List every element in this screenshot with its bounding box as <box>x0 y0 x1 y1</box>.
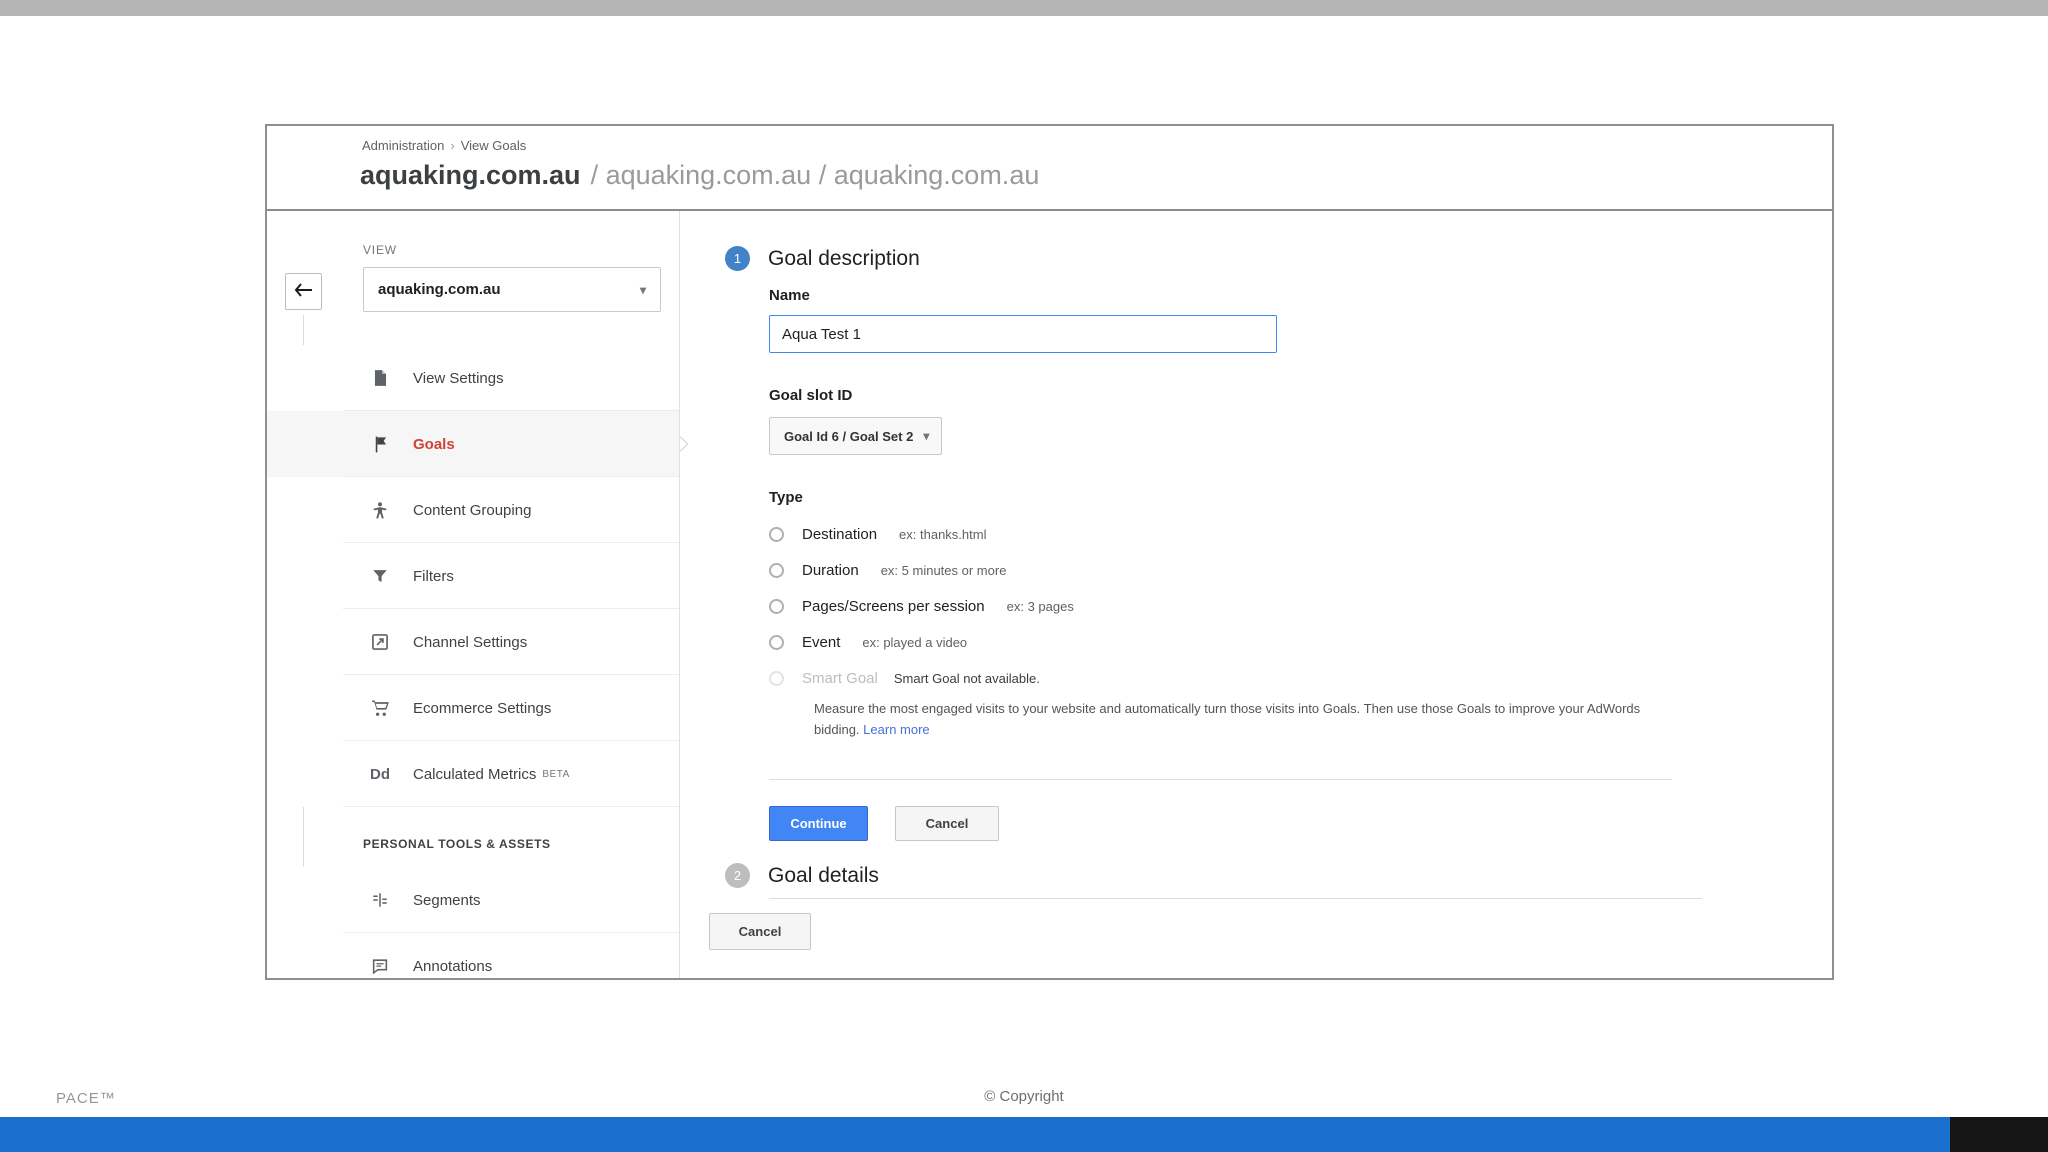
sidebar-item-label: Content Grouping <box>413 501 532 519</box>
continue-button[interactable]: Continue <box>769 806 868 841</box>
admin-panel: Administration › View Goals aquaking.com.a… <box>265 124 1834 980</box>
sidebar-item-calculated-metrics[interactable]: Dd Calculated Metrics BETA <box>267 741 679 807</box>
divider <box>769 898 1702 899</box>
goal-name-input[interactable] <box>769 315 1277 353</box>
option-label: Smart Goal <box>802 669 878 687</box>
smart-goal-status: Smart Goal not available. <box>893 670 1040 686</box>
sidebar-item-label: Ecommerce Settings <box>413 699 552 717</box>
flag-icon <box>367 434 393 455</box>
back-arrow-icon <box>294 283 314 300</box>
learn-more-link[interactable]: Learn more <box>863 722 929 737</box>
type-label: Type <box>769 489 803 506</box>
annotation-icon <box>367 957 393 976</box>
divider <box>769 779 1672 780</box>
bottom-bar-dark-segment <box>1950 1117 2048 1152</box>
radio-event[interactable] <box>769 634 784 650</box>
funnel-icon <box>367 567 393 586</box>
sidebar-item-filters[interactable]: Filters <box>267 543 679 609</box>
radio-duration[interactable] <box>769 562 784 578</box>
sidebar-item-label: Segments <box>413 891 481 909</box>
option-hint: ex: thanks.html <box>899 526 987 542</box>
main-content: 1 Goal description Name Goal slot ID Goa… <box>681 211 1832 978</box>
smart-goal-description: Measure the most engaged visits to your … <box>814 698 1646 740</box>
chevron-down-icon: ▾ <box>639 282 646 297</box>
step2-header: 2 Goal details <box>725 863 879 888</box>
view-selector-value: aquaking.com.au <box>378 281 501 298</box>
person-icon <box>367 500 393 521</box>
option-event: Event ex: played a video <box>769 624 1074 660</box>
sidebar-menu: View Settings Goals Content Grouping Fil… <box>267 345 689 978</box>
option-label: Pages/Screens per session <box>802 597 985 615</box>
breadcrumb: Administration › View Goals <box>362 138 526 153</box>
radio-smart-goal-disabled <box>769 670 784 686</box>
sidebar-item-view-settings[interactable]: View Settings <box>267 345 679 411</box>
option-smart-goal: Smart Goal Smart Goal not available. <box>769 660 1074 696</box>
breadcrumb-view-goals: View Goals <box>460 138 527 153</box>
option-hint: ex: 5 minutes or more <box>880 562 1007 578</box>
page-title: aquaking.com.au / aquaking.com.au / aquak… <box>360 160 1039 191</box>
goal-slot-value: Goal Id 6 / Goal Set 2 <box>784 428 914 444</box>
smart-goal-description-text: Measure the most engaged visits to your … <box>814 701 1641 737</box>
option-duration: Duration ex: 5 minutes or more <box>769 552 1074 588</box>
top-window-bar <box>0 0 2048 16</box>
chevron-down-icon: ▾ <box>923 429 930 443</box>
sidebar-item-label: Channel Settings <box>413 633 528 651</box>
breadcrumb-separator-icon: › <box>450 138 455 153</box>
radio-pages-per-session[interactable] <box>769 598 784 614</box>
cart-icon <box>367 698 393 718</box>
cancel-button[interactable]: Cancel <box>895 806 999 841</box>
breadcrumb-administration[interactable]: Administration <box>362 138 444 153</box>
sidebar-item-goals[interactable]: Goals <box>267 411 689 477</box>
option-destination: Destination ex: thanks.html <box>769 516 1074 552</box>
goal-slot-id-label: Goal slot ID <box>769 387 853 404</box>
bottom-blue-bar <box>0 1117 2048 1152</box>
radio-destination[interactable] <box>769 526 784 542</box>
outer-cancel-button[interactable]: Cancel <box>709 913 811 950</box>
sidebar-item-label: Filters <box>413 567 454 585</box>
step2-number-badge: 2 <box>725 863 750 888</box>
copyright-text: © Copyright <box>984 1088 1064 1105</box>
step2-title: Goal details <box>768 863 879 887</box>
sidebar-item-label: View Settings <box>413 369 504 387</box>
beta-badge: BETA <box>542 768 570 780</box>
account-name: aquaking.com.au <box>360 160 581 190</box>
option-label: Event <box>802 633 841 651</box>
sidebar-item-label: Calculated Metrics <box>413 765 537 783</box>
property-view-path: / aquaking.com.au / aquaking.com.au <box>590 160 1040 190</box>
name-label: Name <box>769 287 810 304</box>
channel-icon <box>367 632 393 652</box>
step1-number-badge: 1 <box>725 246 750 271</box>
sidebar-item-content-grouping[interactable]: Content Grouping <box>267 477 679 543</box>
file-icon <box>367 367 393 389</box>
segments-icon <box>367 891 393 909</box>
step1-header: 1 Goal description <box>725 246 920 271</box>
view-selector[interactable]: aquaking.com.au ▾ <box>363 267 661 312</box>
dd-icon: Dd <box>370 765 390 783</box>
back-button[interactable] <box>285 273 322 310</box>
sidebar-item-label: Annotations <box>413 957 493 975</box>
goal-type-options: Destination ex: thanks.html Duration ex:… <box>769 516 1074 696</box>
sidebar-item-ecommerce-settings[interactable]: Ecommerce Settings <box>267 675 679 741</box>
view-section-label: VIEW <box>363 243 397 257</box>
sidebar-item-label: Goals <box>413 435 455 453</box>
goal-slot-selector[interactable]: Goal Id 6 / Goal Set 2 ▾ <box>769 417 943 455</box>
sidebar: VIEW aquaking.com.au ▾ View Settings Goa… <box>267 211 689 978</box>
sidebar-item-channel-settings[interactable]: Channel Settings <box>267 609 679 675</box>
sidebar-item-segments[interactable]: Segments <box>267 867 679 933</box>
option-hint: ex: played a video <box>862 634 968 650</box>
option-hint: ex: 3 pages <box>1006 598 1074 614</box>
option-label: Destination <box>802 525 878 543</box>
personal-tools-heading: PERSONAL TOOLS & ASSETS <box>363 837 551 851</box>
option-label: Duration <box>802 561 859 579</box>
sidebar-item-annotations[interactable]: Annotations <box>267 933 679 978</box>
option-pages-per-session: Pages/Screens per session ex: 3 pages <box>769 588 1074 624</box>
step1-title: Goal description <box>768 246 920 270</box>
